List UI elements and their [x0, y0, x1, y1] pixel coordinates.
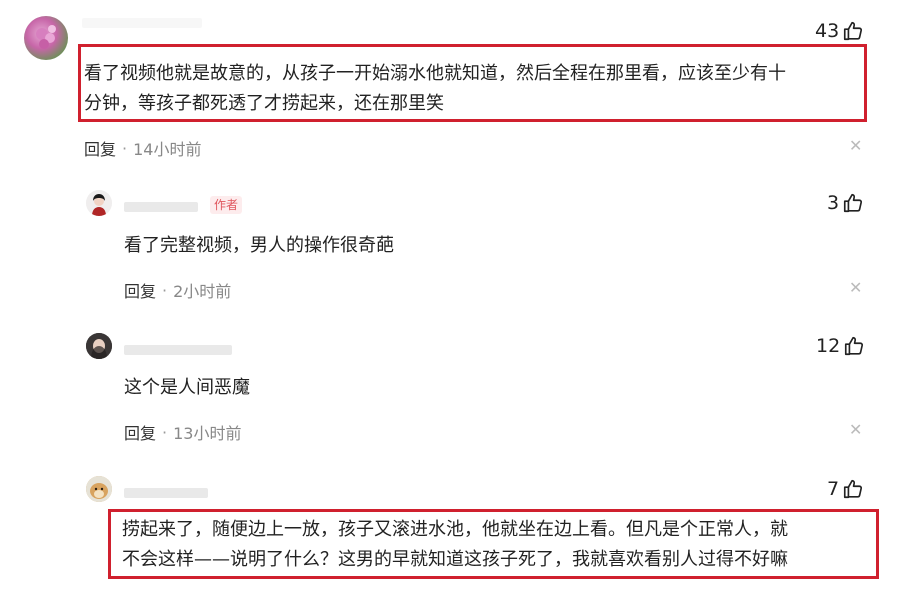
comment-meta: 回复 · 2小时前 [124, 278, 231, 302]
like-button[interactable]: 7 [827, 478, 864, 500]
username-blurred[interactable] [82, 18, 202, 28]
comment-text: 看了完整视频，男人的操作很奇葩 [124, 231, 394, 261]
like-button[interactable]: 3 [827, 192, 864, 214]
comment-text-line: 看了视频他就是故意的，从孩子一开始溺水他就知道，然后全程在那里看，应该至少有十 [84, 63, 786, 84]
close-icon[interactable]: ✕ [849, 136, 862, 155]
like-button[interactable]: 12 [816, 335, 865, 357]
avatar[interactable] [24, 16, 68, 60]
username-blurred[interactable] [124, 345, 232, 355]
close-icon[interactable]: ✕ [849, 420, 862, 439]
separator-dot: · [162, 280, 168, 300]
reply-button[interactable]: 回复 [124, 420, 156, 444]
like-count: 43 [815, 20, 840, 42]
avatar[interactable] [86, 476, 112, 502]
separator-dot: · [162, 422, 168, 442]
like-count: 12 [816, 335, 841, 357]
avatar[interactable] [86, 333, 112, 359]
close-icon[interactable]: ✕ [849, 278, 862, 297]
comment-text: 捞起来了，随便边上一放，孩子又滚进水池，他就坐在边上看。但凡是个正常人，就 不会… [122, 515, 788, 575]
comment-meta: 回复 · 13小时前 [124, 420, 241, 444]
thumbs-up-icon [843, 335, 865, 357]
comment-text-line: 捞起来了，随便边上一放，孩子又滚进水池，他就坐在边上看。但凡是个正常人，就 [122, 519, 788, 540]
timestamp: 2小时前 [173, 282, 232, 301]
comment-text-line: 看了完整视频，男人的操作很奇葩 [124, 235, 394, 256]
reply-button[interactable]: 回复 [124, 278, 156, 302]
like-count: 3 [827, 192, 840, 214]
like-count: 7 [827, 478, 840, 500]
comment-meta: 回复 · 14小时前 [84, 136, 201, 160]
comment-text: 看了视频他就是故意的，从孩子一开始溺水他就知道，然后全程在那里看，应该至少有十 … [84, 59, 786, 119]
thumbs-up-icon [842, 478, 864, 500]
username-blurred[interactable] [124, 202, 198, 212]
author-badge: 作者 [210, 196, 243, 214]
like-button[interactable]: 43 [815, 20, 864, 42]
comment-text-line: 分钟，等孩子都死透了才捞起来，还在那里笑 [84, 93, 444, 114]
timestamp: 14小时前 [133, 140, 202, 159]
avatar[interactable] [86, 190, 112, 216]
timestamp: 13小时前 [173, 424, 242, 443]
reply-button[interactable]: 回复 [84, 136, 116, 160]
username-blurred[interactable] [124, 488, 208, 498]
comment-text: 这个是人间恶魔 [124, 373, 250, 403]
thumbs-up-icon [842, 192, 864, 214]
thumbs-up-icon [842, 20, 864, 42]
comment-text-line: 这个是人间恶魔 [124, 377, 250, 398]
comment-text-line: 不会这样——说明了什么？这男的早就知道这孩子死了，我就喜欢看别人过得不好嘛 [122, 549, 788, 570]
separator-dot: · [122, 138, 128, 158]
